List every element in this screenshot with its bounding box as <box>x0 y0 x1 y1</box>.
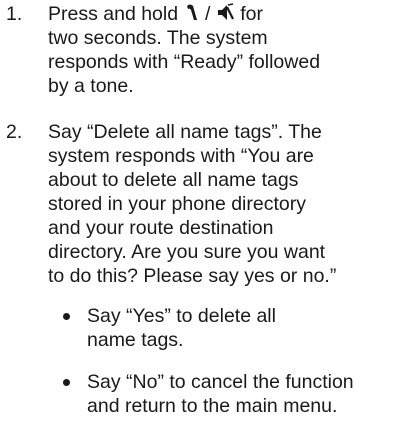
step-line: to do this? Please say yes or no.” <box>48 265 337 287</box>
step-text: Say “Delete all name tags”. The system r… <box>48 120 336 288</box>
step-line: responds with “Ready” followed <box>48 51 321 73</box>
step-number: 1. <box>6 3 23 25</box>
bullet-line: Say “Yes” to delete all <box>87 305 276 327</box>
step-line: directory. Are you sure you want <box>48 241 326 263</box>
step-line: stored in your phone directory <box>48 193 306 215</box>
step-line: system responds with “You are <box>48 145 314 167</box>
step-line-text: Press and hold <box>48 3 179 25</box>
voice-command-icon <box>185 3 199 28</box>
step-line: Say “Delete all name tags”. The <box>48 121 322 143</box>
step-line: about to delete all name tags <box>48 169 299 191</box>
bullet-text: Say “Yes” to delete all name tags. <box>87 304 276 352</box>
step-line: by a tone. <box>48 75 134 97</box>
bullet-line: and return to the main menu. <box>87 395 338 417</box>
step-text: Press and hold / for two seconds. The sy… <box>48 2 320 98</box>
bullet-line: name tags. <box>87 329 184 351</box>
bullet-line: Say “No” to cancel the function <box>87 371 354 393</box>
bullet-dot <box>63 379 70 386</box>
mute-icon <box>217 3 234 28</box>
bullet-dot <box>63 313 70 320</box>
bullet-text: Say “No” to cancel the function and retu… <box>87 370 354 418</box>
step-line: and your route destination <box>48 217 274 239</box>
icon-separator: / <box>204 3 211 25</box>
step-line: two seconds. The system <box>48 27 268 49</box>
step-line: Press and hold / for <box>48 2 320 26</box>
instruction-page: 1. Press and hold / for two seconds. The… <box>0 0 402 435</box>
step-number: 2. <box>6 121 23 143</box>
step-line-text: for <box>240 3 263 25</box>
